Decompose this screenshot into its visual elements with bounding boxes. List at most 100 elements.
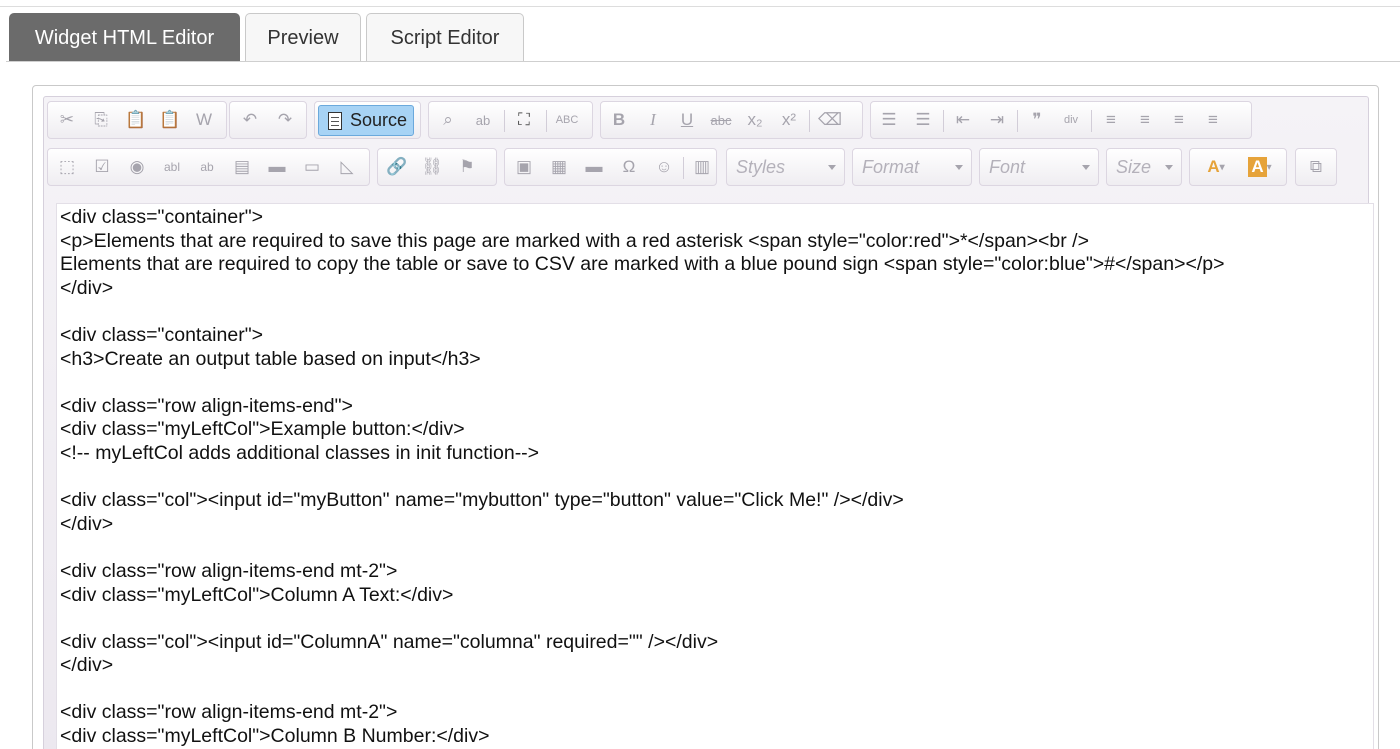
document-icon: [328, 111, 342, 130]
image-button-icon[interactable]: ▭: [298, 153, 326, 181]
table-icon[interactable]: ▦: [545, 153, 573, 181]
source-line: <div class="container">: [60, 323, 263, 346]
justify-icon[interactable]: ≡: [1199, 106, 1227, 134]
separator: [943, 110, 944, 132]
tab-script-editor[interactable]: Script Editor: [366, 13, 524, 62]
blockquote-icon[interactable]: ❞: [1023, 106, 1051, 134]
font-dropdown[interactable]: Font: [979, 148, 1099, 186]
source-line: Elements that are required to copy the t…: [60, 253, 1225, 276]
forms-group: ⬚ ☑ ◉ abl ab ▤ ▬ ▭ ◺: [47, 148, 370, 186]
source-line: <p>Elements that are required to save th…: [60, 229, 1089, 252]
checkbox-icon[interactable]: ☑: [88, 153, 116, 181]
text-color-icon[interactable]: A ▾: [1196, 153, 1236, 181]
maximize-icon[interactable]: ⧉: [1302, 153, 1330, 181]
textarea-icon[interactable]: ab: [193, 153, 221, 181]
source-line: [60, 536, 1373, 560]
source-label: Source: [350, 110, 408, 130]
source-line: <div class="col"><input id="myButton" na…: [60, 489, 904, 512]
select-field-icon[interactable]: ▤: [228, 153, 256, 181]
clipboard-group: ✂ ⎘ 📋 📋 W: [47, 101, 227, 139]
tab-preview[interactable]: Preview: [245, 13, 361, 62]
paragraph-group: ☰ ☰ ⇤ ⇥ ❞ div ≡ ≡ ≡ ≡: [870, 101, 1252, 139]
superscript-icon[interactable]: x²: [775, 106, 803, 134]
find-group: ⌕ ab ⛶ ABC: [428, 101, 593, 139]
source-line: [60, 371, 1373, 395]
image-icon[interactable]: ▣: [510, 153, 538, 181]
styles-label: Styles: [736, 157, 786, 177]
separator: [504, 110, 505, 132]
editor-chrome: ✂ ⎘ 📋 📋 W ↶ ↷ Source ⌕ ab ⛶ ABC B I U ab…: [43, 96, 1374, 749]
source-line: <div class="row align-items-end">: [60, 394, 353, 417]
insert-group: ▣ ▦ ▬ Ω ☺ ▥: [504, 148, 717, 186]
source-line: <div class="row align-items-end mt-2">: [60, 559, 398, 582]
hidden-field-icon[interactable]: ◺: [333, 153, 361, 181]
form-button-icon[interactable]: ▬: [263, 153, 291, 181]
eraser-icon[interactable]: ⌫: [816, 106, 844, 134]
align-left-icon[interactable]: ≡: [1097, 106, 1125, 134]
chevron-down-icon: [955, 165, 963, 170]
spellcheck-icon[interactable]: ABC: [553, 106, 581, 134]
special-char-icon[interactable]: Ω: [615, 153, 643, 181]
strike-icon[interactable]: abc: [707, 106, 735, 134]
subscript-icon[interactable]: x₂: [741, 106, 769, 134]
copy-icon[interactable]: ⎘: [87, 106, 115, 134]
bold-icon[interactable]: B: [605, 106, 633, 134]
top-divider: [0, 6, 1400, 7]
align-center-icon[interactable]: ≡: [1131, 106, 1159, 134]
size-dropdown[interactable]: Size: [1106, 148, 1182, 186]
align-right-icon[interactable]: ≡: [1165, 106, 1193, 134]
source-line: <div class="myLeftCol">Example button:</…: [60, 418, 465, 441]
paste-icon[interactable]: 📋: [122, 106, 150, 134]
radio-icon[interactable]: ◉: [123, 153, 151, 181]
cut-icon[interactable]: ✂: [53, 106, 81, 134]
background-color-icon[interactable]: A ▾: [1240, 153, 1280, 181]
source-button[interactable]: Source: [318, 105, 414, 136]
redo-icon[interactable]: ↷: [271, 106, 299, 134]
source-line: [60, 466, 1373, 490]
paste-text-icon[interactable]: 📋: [156, 106, 184, 134]
bulleted-list-icon[interactable]: ☰: [909, 106, 937, 134]
source-line: [60, 607, 1373, 631]
unlink-icon[interactable]: ⛓: [418, 153, 446, 181]
anchor-flag-icon[interactable]: ⚑: [453, 153, 481, 181]
source-line: </div>: [60, 512, 114, 535]
separator: [546, 110, 547, 132]
link-icon[interactable]: 🔗: [383, 153, 411, 181]
format-label: Format: [862, 157, 920, 177]
numbered-list-icon[interactable]: ☰: [875, 106, 903, 134]
html-editor: ✂ ⎘ 📋 📋 W ↶ ↷ Source ⌕ ab ⛶ ABC B I U ab…: [32, 85, 1379, 749]
separator: [683, 157, 684, 179]
source-textarea[interactable]: <div class="container"> <p>Elements that …: [56, 203, 1374, 749]
tab-widget-html-editor[interactable]: Widget HTML Editor: [9, 13, 240, 62]
select-all-icon[interactable]: ⛶: [510, 106, 538, 134]
undo-icon[interactable]: ↶: [236, 106, 264, 134]
form-icon[interactable]: ⬚: [53, 153, 81, 181]
styles-dropdown[interactable]: Styles: [726, 148, 845, 186]
outdent-icon[interactable]: ⇤: [949, 106, 977, 134]
underline-icon[interactable]: U: [673, 106, 701, 134]
separator: [1091, 110, 1092, 132]
div-container-icon[interactable]: div: [1057, 106, 1085, 134]
horizontal-rule-icon[interactable]: ▬: [580, 153, 608, 181]
font-label: Font: [989, 157, 1026, 177]
paste-word-icon[interactable]: W: [190, 106, 218, 134]
source-group: Source: [314, 101, 421, 139]
tab-baseline: [6, 61, 1400, 62]
chevron-down-icon: [828, 165, 836, 170]
source-line: <!-- myLeftCol adds additional classes i…: [60, 441, 540, 464]
links-group: 🔗 ⛓ ⚑: [377, 148, 497, 186]
replace-icon[interactable]: ab: [469, 106, 497, 134]
tab-bar: Widget HTML Editor Preview Script Editor: [0, 13, 1400, 63]
colors-group: A ▾ A ▾: [1189, 148, 1287, 186]
textfield-icon[interactable]: abl: [158, 153, 186, 181]
smiley-icon[interactable]: ☺: [650, 153, 678, 181]
italic-icon[interactable]: I: [639, 106, 667, 134]
indent-icon[interactable]: ⇥: [983, 106, 1011, 134]
basic-styles-group: B I U abc x₂ x² ⌫: [600, 101, 863, 139]
source-line: [60, 300, 1373, 324]
iframe-icon[interactable]: ▥: [688, 153, 716, 181]
source-line: <div class="col"><input id="ColumnA" nam…: [60, 630, 719, 653]
chevron-down-icon: [1165, 165, 1173, 170]
find-icon[interactable]: ⌕: [434, 106, 462, 134]
format-dropdown[interactable]: Format: [852, 148, 972, 186]
